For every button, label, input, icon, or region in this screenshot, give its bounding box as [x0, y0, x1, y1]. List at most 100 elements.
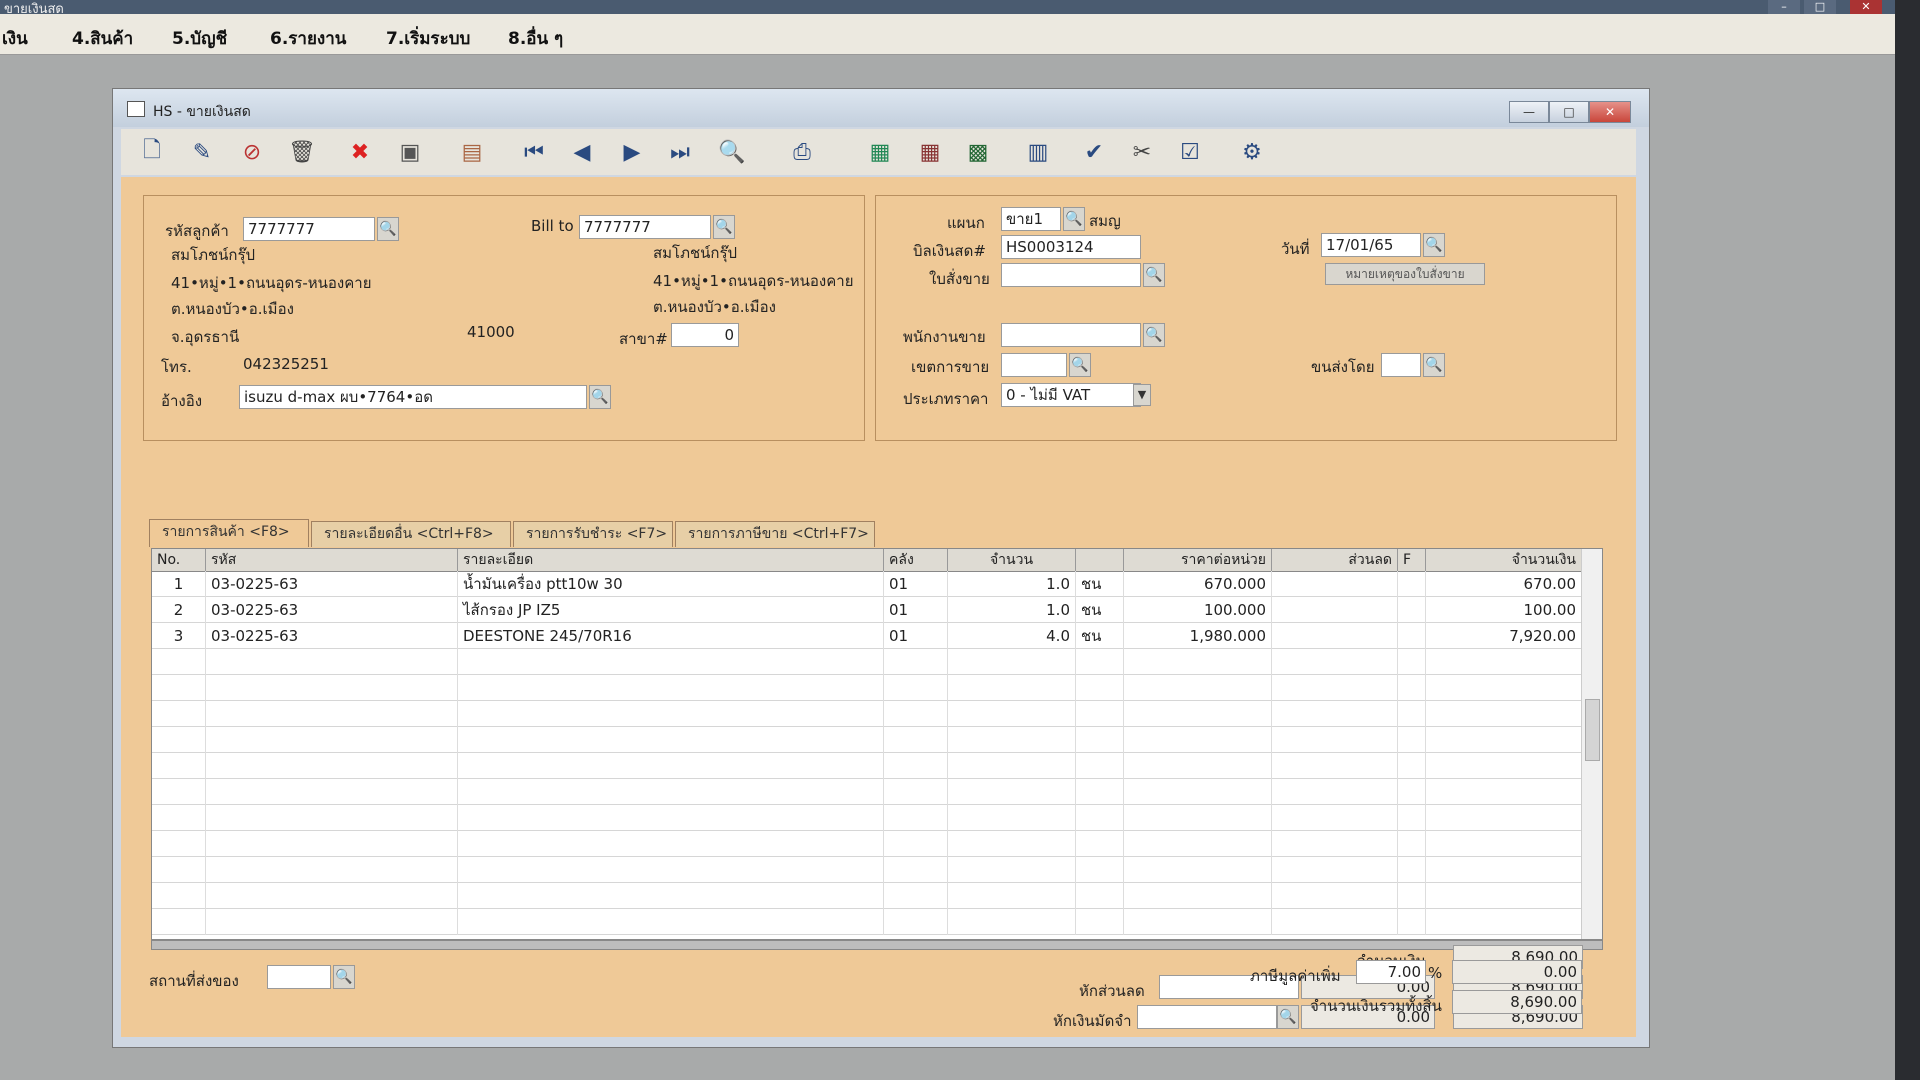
ok-icon[interactable]: ☑ [1173, 135, 1207, 169]
empty-cell [948, 805, 1076, 831]
cancel-icon[interactable]: ✖ [343, 135, 377, 169]
export-icon[interactable]: ▦ [863, 135, 897, 169]
maximize-button[interactable]: □ [1549, 101, 1589, 123]
outer-minimize-button[interactable]: – [1768, 0, 1800, 14]
outer-maximize-button[interactable]: □ [1804, 0, 1836, 14]
sales-area-search-icon[interactable]: 🔍 [1069, 353, 1091, 377]
tab-items[interactable]: รายการสินค้า <F8> [149, 519, 309, 547]
empty-row[interactable] [152, 753, 1582, 779]
deposit-input[interactable] [1137, 1005, 1277, 1029]
last-record-icon[interactable]: ⏭ [663, 135, 697, 169]
empty-row[interactable] [152, 883, 1582, 909]
find-icon[interactable]: 🔍 [715, 135, 749, 169]
sales-order-note-button[interactable]: หมายเหตุของใบสั่งขาย [1325, 263, 1485, 285]
date-input[interactable]: 17/01/65 [1321, 233, 1421, 257]
department-search-icon[interactable]: 🔍 [1063, 207, 1085, 231]
save-icon[interactable]: ▣ [393, 135, 427, 169]
menu-item-accounts[interactable]: 5.บัญชี [172, 25, 227, 52]
reference-search-icon[interactable]: 🔍 [589, 385, 611, 409]
new-icon[interactable]: 🗋 [135, 135, 169, 169]
books-icon[interactable]: ▤ [455, 135, 489, 169]
prev-record-icon[interactable]: ◀ [565, 135, 599, 169]
table-row[interactable]: 2 03-0225-63 ไส้กรอง JP IZ5 01 1.0 ชน 10… [152, 597, 1582, 623]
col-header-warehouse[interactable]: คลัง [884, 549, 948, 571]
reference-input[interactable]: isuzu d-max ผบ•7764•อด [239, 385, 587, 409]
minimize-button[interactable]: — [1509, 101, 1549, 123]
empty-cell [1398, 753, 1426, 779]
col-header-description[interactable]: รายละเอียด [458, 549, 884, 571]
sales-order-search-icon[interactable]: 🔍 [1143, 263, 1165, 287]
col-header-no[interactable]: No. [152, 549, 206, 571]
empty-row[interactable] [152, 805, 1582, 831]
chevron-down-icon[interactable]: ▼ [1133, 384, 1151, 406]
col-header-unit-price[interactable]: ราคาต่อหน่วย [1124, 549, 1272, 571]
empty-row[interactable] [152, 831, 1582, 857]
scrollbar-thumb[interactable] [1585, 699, 1600, 761]
first-record-icon[interactable]: ⏮ [517, 135, 551, 169]
approve-icon[interactable]: ✔ [1077, 135, 1111, 169]
col-header-flag[interactable]: F [1398, 549, 1426, 571]
deposit-label: หักเงินมัดจำ [1053, 1012, 1132, 1030]
menu-item-other[interactable]: 8.อื่น ๆ [508, 25, 563, 52]
col-header-quantity[interactable]: จำนวน [948, 549, 1076, 571]
deposit-search-icon[interactable]: 🔍 [1277, 1005, 1299, 1029]
print-icon[interactable]: ⎙ [785, 135, 819, 169]
menu-item-setup[interactable]: 7.เริ่มระบบ [386, 25, 470, 52]
billto-search-icon[interactable]: 🔍 [713, 215, 735, 239]
scissors-icon[interactable]: ✂ [1125, 135, 1159, 169]
empty-row[interactable] [152, 857, 1582, 883]
table-row[interactable]: 1 03-0225-63 น้ำมันเครื่อง ptt10w 30 01 … [152, 571, 1582, 597]
price-type-select[interactable]: 0 - ไม่มี VAT [1001, 383, 1141, 407]
close-button[interactable]: ✕ [1589, 101, 1631, 123]
col-header-code[interactable]: รหัส [206, 549, 458, 571]
calculator-icon[interactable]: ▩ [961, 135, 995, 169]
col-header-unit[interactable] [1076, 549, 1124, 571]
ship-by-input[interactable] [1381, 353, 1421, 377]
sales-area-input[interactable] [1001, 353, 1067, 377]
branch-input[interactable]: 0 [671, 323, 739, 347]
customer-search-icon[interactable]: 🔍 [377, 217, 399, 241]
salesman-input[interactable] [1001, 323, 1141, 347]
col-header-amount[interactable]: จำนวนเงิน [1426, 549, 1582, 571]
department-name: สมญ [1089, 212, 1121, 230]
setup-icon[interactable]: ▥ [1021, 135, 1055, 169]
empty-cell [948, 883, 1076, 909]
salesman-search-icon[interactable]: 🔍 [1143, 323, 1165, 347]
empty-cell [458, 779, 884, 805]
tab-sales-tax[interactable]: รายการภาษีขาย <Ctrl+F7> [675, 521, 875, 547]
date-picker-icon[interactable]: 🔍 [1423, 233, 1445, 257]
delete-icon[interactable]: 🗑 [285, 135, 319, 169]
import-icon[interactable]: ▦ [913, 135, 947, 169]
tab-payments[interactable]: รายการรับชำระ <F7> [513, 521, 673, 547]
billto-code-input[interactable]: 7777777 [579, 215, 711, 239]
tab-other-details[interactable]: รายละเอียดอื่น <Ctrl+F8> [311, 521, 511, 547]
empty-row[interactable] [152, 909, 1582, 935]
empty-row[interactable] [152, 727, 1582, 753]
discount-input[interactable] [1159, 975, 1299, 999]
menu-item-reports[interactable]: 6.รายงาน [270, 25, 346, 52]
after-deposit-value: 8,690.00 [1453, 1005, 1583, 1029]
menu-item-products[interactable]: 4.สินค้า [72, 25, 133, 52]
delivery-place-search-icon[interactable]: 🔍 [333, 965, 355, 989]
menu-item-finance[interactable]: เงิน [2, 25, 28, 52]
sales-order-input[interactable] [1001, 263, 1141, 287]
empty-row[interactable] [152, 675, 1582, 701]
empty-row[interactable] [152, 701, 1582, 727]
empty-row[interactable] [152, 649, 1582, 675]
empty-row[interactable] [152, 779, 1582, 805]
customer-code-input[interactable]: 7777777 [243, 217, 375, 241]
grid-vertical-scrollbar[interactable] [1581, 549, 1602, 939]
bill-number-input[interactable]: HS0003124 [1001, 235, 1141, 259]
delivery-place-input[interactable] [267, 965, 331, 989]
table-row[interactable]: 3 03-0225-63 DEESTONE 245/70R16 01 4.0 ช… [152, 623, 1582, 649]
empty-cell [1076, 649, 1124, 675]
void-icon[interactable]: ⊘ [235, 135, 269, 169]
network-icon[interactable]: ⚙ [1235, 135, 1269, 169]
edit-icon[interactable]: ✎ [185, 135, 219, 169]
ship-by-search-icon[interactable]: 🔍 [1423, 353, 1445, 377]
col-header-discount[interactable]: ส่วนลด [1272, 549, 1398, 571]
next-record-icon[interactable]: ▶ [615, 135, 649, 169]
outer-close-button[interactable]: ✕ [1850, 0, 1882, 14]
empty-cell [458, 753, 884, 779]
department-input[interactable]: ขาย1 [1001, 207, 1061, 231]
